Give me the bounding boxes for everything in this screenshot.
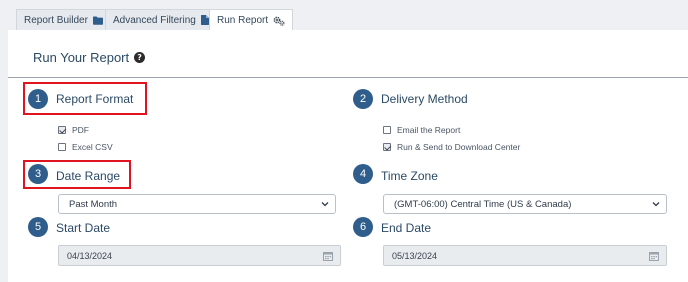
checkbox-pdf[interactable]: PDF [58, 125, 89, 135]
date-range-label: Date Range [56, 169, 121, 183]
page-title-text: Run Your Report [33, 50, 130, 65]
checkbox-unchecked-icon[interactable] [383, 126, 391, 134]
question-circle-icon[interactable]: ? [134, 52, 146, 63]
start-date-label: Start Date [56, 221, 111, 235]
tab-label: Report Builder [24, 14, 88, 26]
checkbox-label: PDF [72, 125, 89, 135]
start-date-field[interactable]: 04/13/2024 [58, 245, 341, 266]
delivery-method-label: Delivery Method [381, 92, 468, 106]
divider [8, 77, 688, 78]
end-date-label: End Date [381, 221, 432, 235]
time-zone-label: Time Zone [381, 169, 438, 183]
tab-report-builder[interactable]: Report Builder [16, 9, 111, 30]
step-badge-2: 2 [353, 89, 373, 109]
tab-bar: Report Builder Advanced Filtering Run Re… [0, 0, 688, 31]
folder-icon [92, 16, 103, 25]
checkbox-checked-icon[interactable] [383, 143, 391, 151]
step-badge-5: 5 [28, 217, 48, 237]
time-zone-select[interactable]: (GMT-06:00) Central Time (US & Canada) [383, 194, 667, 214]
end-date-field[interactable]: 05/13/2024 [383, 245, 667, 266]
checkbox-unchecked-icon[interactable] [58, 143, 66, 151]
checkbox-label: Excel CSV [72, 142, 113, 152]
checkbox-excel-csv[interactable]: Excel CSV [58, 142, 113, 152]
date-range-value: Past Month [69, 198, 118, 210]
checkbox-label: Email the Report [397, 125, 461, 135]
checkbox-checked-icon[interactable] [58, 126, 66, 134]
checkbox-download-center[interactable]: Run & Send to Download Center [383, 142, 520, 152]
chevron-down-icon [321, 202, 329, 207]
step-badge-3: 3 [28, 164, 48, 184]
time-zone-value: (GMT-06:00) Central Time (US & Canada) [394, 198, 572, 210]
checkbox-email-report[interactable]: Email the Report [383, 125, 460, 135]
file-icon [200, 15, 209, 25]
tab-label: Run Report [217, 15, 269, 26]
calendar-icon[interactable] [323, 251, 333, 261]
tab-run-report[interactable]: Run Report [209, 9, 294, 31]
gears-icon [273, 16, 285, 26]
chevron-down-icon [652, 202, 660, 207]
step-badge-1: 1 [28, 89, 48, 109]
calendar-icon[interactable] [649, 251, 659, 261]
date-range-select[interactable]: Past Month [58, 194, 336, 214]
tab-advanced-filtering[interactable]: Advanced Filtering [105, 9, 217, 30]
run-report-panel: Run Your Report ? 1 Report Format PDF Ex… [8, 30, 688, 282]
step-badge-4: 4 [353, 164, 373, 184]
report-format-label: Report Format [56, 92, 134, 106]
end-date-value: 05/13/2024 [392, 250, 438, 261]
start-date-value: 04/13/2024 [67, 250, 113, 261]
tab-label: Advanced Filtering [113, 14, 196, 26]
page-title: Run Your Report ? [33, 50, 146, 65]
step-badge-6: 6 [353, 217, 373, 237]
checkbox-label: Run & Send to Download Center [397, 142, 521, 152]
